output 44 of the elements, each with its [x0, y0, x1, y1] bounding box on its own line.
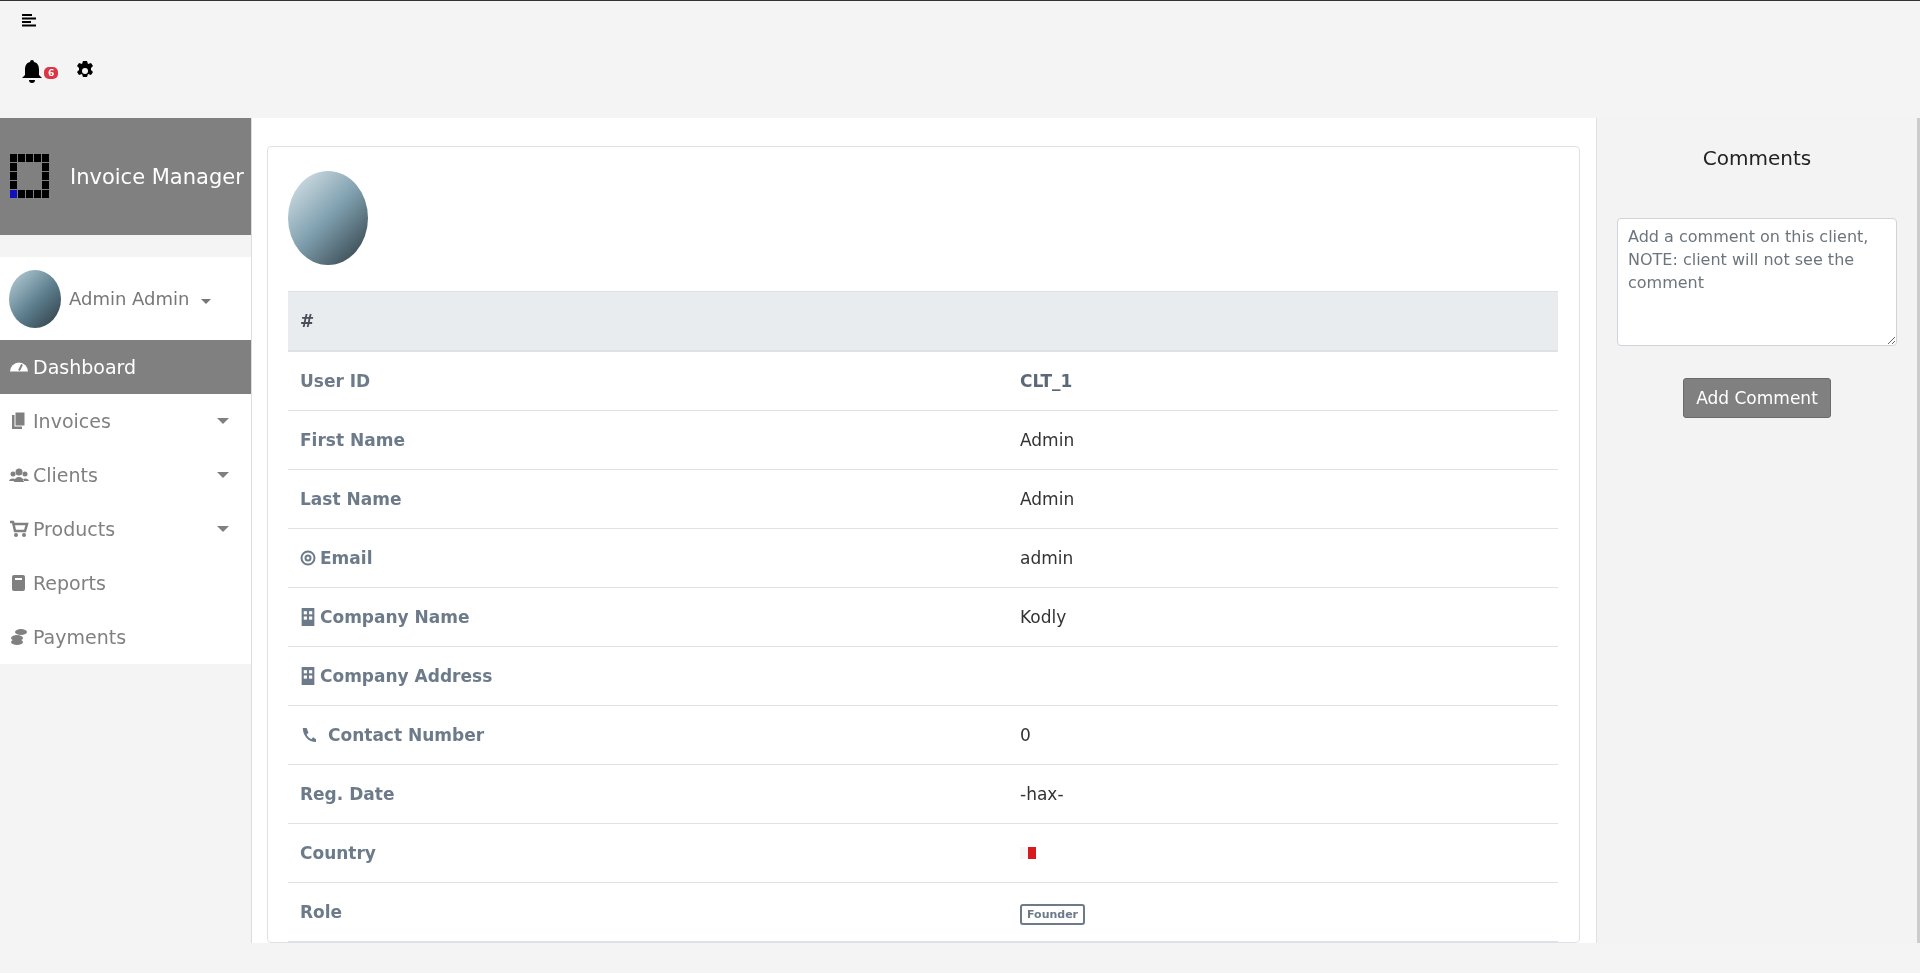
field-label: Last Name	[300, 489, 402, 509]
building-icon	[300, 667, 316, 685]
brand-name: Invoice Manager	[70, 164, 244, 189]
flag-icon	[1020, 847, 1036, 859]
menu-icon[interactable]	[22, 14, 36, 28]
field-value: Admin	[1020, 489, 1075, 509]
gauge-icon	[9, 362, 29, 372]
add-comment-button[interactable]: Add Comment	[1683, 378, 1831, 418]
sidebar-item[interactable]: Products	[0, 502, 251, 556]
field-label: Country	[300, 843, 376, 863]
sidebar-item[interactable]: Dashboard	[0, 340, 251, 394]
field-label: Contact Number	[328, 725, 485, 745]
field-value: 0	[1020, 725, 1031, 745]
comments-title: Comments	[1702, 146, 1812, 170]
notification-badge: 6	[44, 67, 59, 79]
phone-icon	[300, 726, 316, 744]
field-label: Role	[300, 902, 343, 922]
user-menu[interactable]: Admin Admin	[69, 288, 190, 309]
avatar-photo-placeholder	[9, 269, 61, 328]
field-label: Company Address	[320, 666, 493, 686]
at-icon	[300, 549, 316, 567]
bell-icon[interactable]	[22, 59, 42, 83]
sidebar-item[interactable]: Payments	[0, 610, 251, 664]
field-value: CLT_1	[1020, 371, 1073, 391]
field-label: Company Name	[320, 607, 470, 627]
sidebar-item[interactable]: Clients	[0, 448, 251, 502]
field-value: Kodly	[1020, 607, 1067, 627]
comment-field[interactable]: Add a comment on this client, NOTE: client will not see the comment	[1617, 218, 1897, 346]
caret-icon[interactable]	[201, 296, 212, 305]
field-label: Reg. Date	[300, 784, 395, 804]
table-header: #	[288, 292, 1558, 352]
building-icon	[300, 608, 316, 626]
sidebar-item[interactable]: Invoices	[0, 394, 251, 448]
role-badge: Founder	[1020, 904, 1086, 925]
sidebar-item[interactable]: Reports	[0, 556, 251, 610]
field-value: -hax-	[1020, 784, 1064, 804]
field-label: Email	[320, 548, 373, 568]
coins-icon	[9, 627, 29, 647]
logo-icon	[10, 153, 50, 200]
cart-icon	[9, 519, 29, 539]
field-value: admin	[1020, 548, 1074, 568]
field-value: Admin	[1020, 430, 1075, 450]
field-label: First Name	[300, 430, 405, 450]
field-label: User ID	[300, 371, 371, 391]
